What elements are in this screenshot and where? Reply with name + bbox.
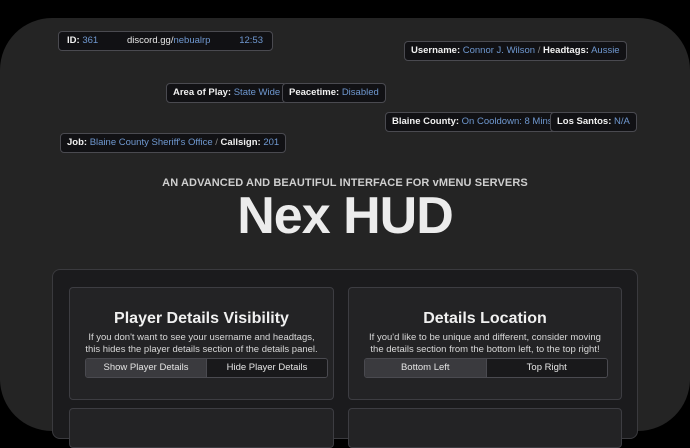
area-of-play-pill: Area of Play: State Wide <box>166 83 288 103</box>
los-santos-pill: Los Santos: N/A <box>550 112 637 132</box>
player-details-toggle: Show Player Details Hide Player Details <box>85 358 328 378</box>
job-value: Blaine County Sheriff's Office <box>89 137 213 148</box>
server-info-pill: ID: 361 discord.gg/nebualrp 12:53 <box>58 31 273 51</box>
area-value: State Wide <box>233 87 281 98</box>
time: 12:53 <box>239 35 263 46</box>
id-label: ID: <box>67 35 80 46</box>
peacetime-value: Disabled <box>341 87 379 98</box>
separator: / <box>215 137 218 148</box>
settings-panel: Player Details Visibility If you don't w… <box>52 269 638 448</box>
blaine-county-pill: Blaine County: On Cooldown: 8 Mins <box>385 112 560 132</box>
card-description: If you don't want to see your username a… <box>85 332 318 355</box>
blaine-value: On Cooldown: 8 Mins <box>461 116 553 127</box>
callsign-label: Callsign: <box>220 137 261 148</box>
player-details-card: Player Details Visibility If you don't w… <box>69 287 334 400</box>
job-label: Job: <box>67 137 88 148</box>
separator: / <box>537 45 541 56</box>
username-value: Connor J. Wilson <box>462 45 536 56</box>
santos-value: N/A <box>614 116 630 127</box>
headtags-value: Aussie <box>591 45 620 56</box>
peacetime-pill: Peacetime: Disabled <box>282 83 386 103</box>
peacetime-label: Peacetime: <box>289 87 340 98</box>
headtags-label: Headtags: <box>543 45 589 56</box>
hero-title: Nex HUD <box>237 187 454 245</box>
top-right-button[interactable]: Top Right <box>485 359 607 377</box>
username-label: Username: <box>411 45 461 56</box>
username-pill: Username: Connor J. Wilson / Headtags: A… <box>404 41 627 61</box>
details-location-card: Details Location If you'd like to be uni… <box>348 287 622 400</box>
callsign-value: 201 <box>263 137 280 148</box>
next-setting-card <box>348 408 622 448</box>
bottom-left-button[interactable]: Bottom Left <box>365 359 486 377</box>
blaine-label: Blaine County: <box>392 116 460 127</box>
area-label: Area of Play: <box>173 87 232 98</box>
id-value: 361 <box>82 35 99 46</box>
hide-player-details-button[interactable]: Hide Player Details <box>206 359 327 377</box>
card-title: Player Details Visibility <box>114 310 289 327</box>
show-player-details-button[interactable]: Show Player Details <box>86 359 206 377</box>
next-setting-card <box>69 408 334 448</box>
card-title: Details Location <box>423 310 547 327</box>
discord-link[interactable]: discord.gg/nebualrp <box>127 32 210 50</box>
card-description: If you'd like to be unique and different… <box>369 332 601 355</box>
santos-label: Los Santos: <box>557 116 612 127</box>
job-pill: Job: Blaine County Sheriff's Office / Ca… <box>60 133 287 153</box>
details-location-toggle: Bottom Left Top Right <box>364 358 608 378</box>
